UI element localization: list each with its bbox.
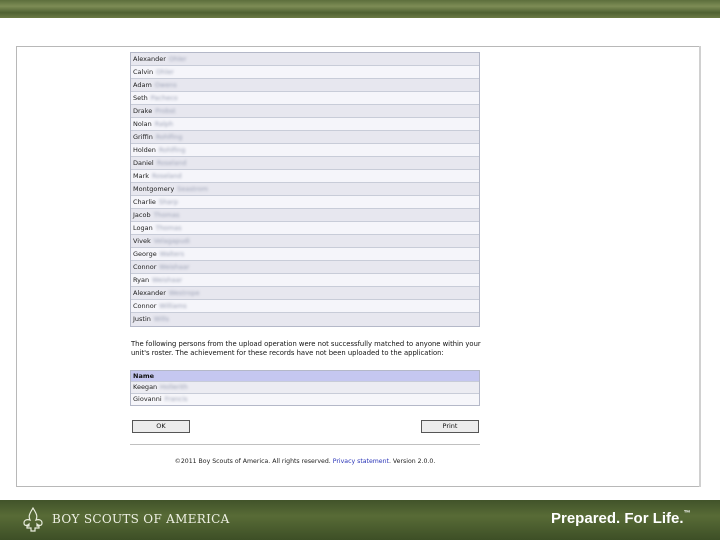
redacted-last-name: Rohlfing <box>155 133 183 141</box>
fleur-de-lis-icon <box>23 506 43 532</box>
redacted-last-name: Probst <box>155 107 176 115</box>
table-row: Mark Roseland <box>131 170 479 183</box>
top-banner <box>0 0 720 18</box>
column-header-name: Name <box>131 371 479 381</box>
redacted-last-name: Ralph <box>154 120 174 128</box>
table-row: Seth Pacheco <box>131 92 479 105</box>
footer: ©2011 Boy Scouts of America. All rights … <box>130 458 480 465</box>
roster-table: Alexander Ohler Calvin Ohler Adam Owens Set… <box>130 52 480 327</box>
version-text: . Version 2.0.0. <box>388 458 436 465</box>
redacted-last-name: Williams <box>159 302 187 310</box>
table-row: Charlie Sharp <box>131 196 479 209</box>
redacted-last-name: Owens <box>154 81 177 89</box>
redacted-last-name: Walters <box>159 250 185 258</box>
redacted-last-name: Weishaar <box>152 276 183 284</box>
redacted-last-name: Roseland <box>156 159 187 167</box>
ok-button[interactable]: OK <box>132 420 190 433</box>
table-row: Daniel Roseland <box>131 157 479 170</box>
table-row: Alexander Ohler <box>131 53 479 66</box>
redacted-last-name: Roseland <box>152 172 182 180</box>
table-row: Vivek Velagapudi <box>131 235 479 248</box>
redacted-last-name: Thomas <box>155 224 182 232</box>
redacted-last-name: Pacheco <box>150 94 178 102</box>
tagline: Prepared. For Life.™ <box>551 510 691 527</box>
redacted-last-name: Francis <box>164 395 188 403</box>
redacted-last-name: Rohlfing <box>158 146 186 154</box>
table-row: Jacob Thomas <box>131 209 479 222</box>
copyright-text: ©2011 Boy Scouts of America. All rights … <box>174 458 331 465</box>
table-row: Justin Wills <box>131 313 479 326</box>
table-row: George Walters <box>131 248 479 261</box>
redacted-last-name: Hollerith <box>160 383 188 391</box>
redacted-last-name: Weishaar <box>159 263 190 271</box>
scrollbar[interactable] <box>699 46 701 487</box>
table-row: Logan Thomas <box>131 222 479 235</box>
table-row: Connor Williams <box>131 300 479 313</box>
redacted-last-name: Ohler <box>168 55 187 63</box>
table-row: Nolan Ralph <box>131 118 479 131</box>
table-row: Ryan Weishaar <box>131 274 479 287</box>
redacted-last-name: Sharp <box>158 198 178 206</box>
unmatched-table: Name Keegan Hollerith Giovanni Francis <box>130 370 480 406</box>
table-row: Calvin Ohler <box>131 66 479 79</box>
privacy-statement-link[interactable]: Privacy statement <box>333 458 389 465</box>
table-row: Giovanni Francis <box>131 393 479 405</box>
divider <box>130 444 480 445</box>
redacted-last-name: Velagapudi <box>153 237 190 245</box>
print-button[interactable]: Print <box>421 420 479 433</box>
redacted-last-name: Thomas <box>153 211 180 219</box>
org-name: BOY SCOUTS OF AMERICA <box>52 512 230 526</box>
table-row: Griffin Rohlfing <box>131 131 479 144</box>
table-row: Keegan Hollerith <box>131 381 479 393</box>
unmatched-notice: The following persons from the upload op… <box>131 340 481 357</box>
redacted-last-name: Ohler <box>156 68 174 76</box>
redacted-last-name: Wills <box>153 315 169 323</box>
redacted-last-name: Seastrom <box>177 185 209 193</box>
table-row: Holden Rohlfing <box>131 144 479 157</box>
redacted-last-name: Westrope <box>168 289 200 297</box>
table-row: Drake Probst <box>131 105 479 118</box>
table-row: Adam Owens <box>131 79 479 92</box>
table-row: Alexander Westrope <box>131 287 479 300</box>
trademark-mark: ™ <box>683 510 691 517</box>
table-row: Connor Weishaar <box>131 261 479 274</box>
table-row: Montgomery Seastrom <box>131 183 479 196</box>
